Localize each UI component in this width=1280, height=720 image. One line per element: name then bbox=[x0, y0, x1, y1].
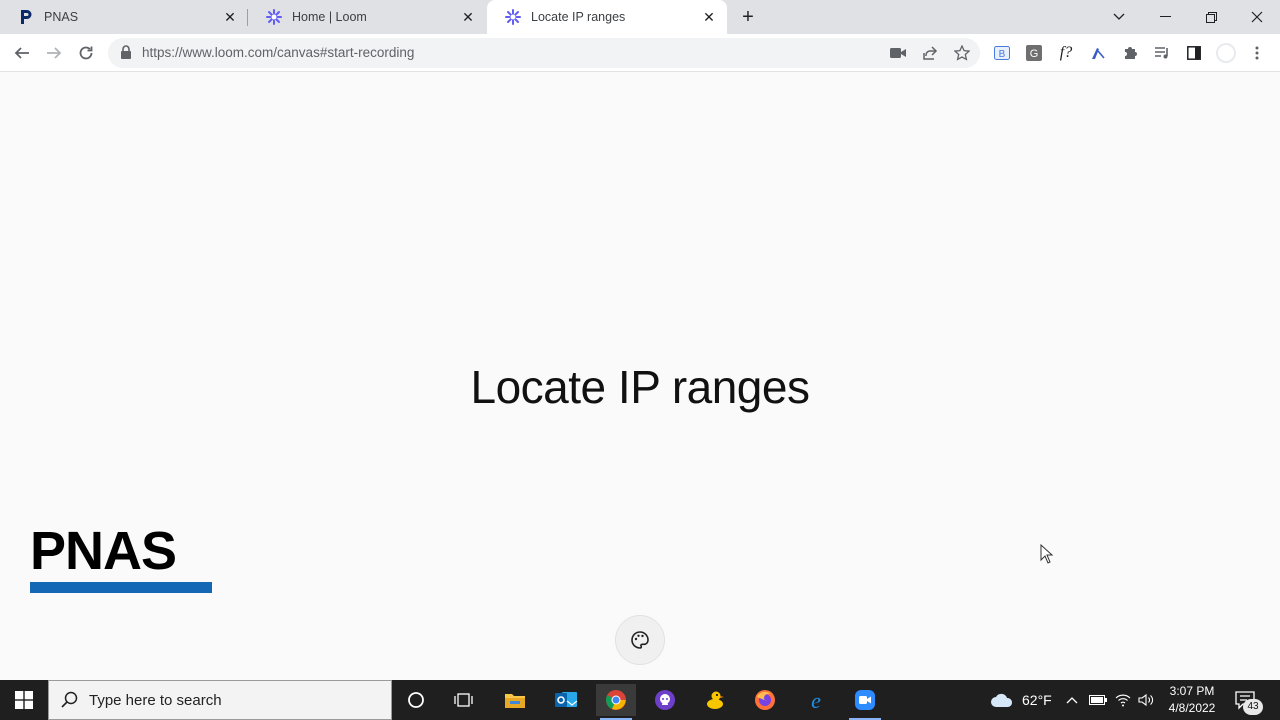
page-title: Locate IP ranges bbox=[470, 361, 810, 413]
notification-count-badge: 43 bbox=[1243, 699, 1263, 715]
svg-text:G: G bbox=[1030, 48, 1039, 60]
svg-text:e: e bbox=[811, 689, 821, 711]
file-explorer-icon[interactable] bbox=[495, 684, 535, 716]
duck-icon[interactable] bbox=[695, 684, 735, 716]
lock-icon[interactable] bbox=[120, 45, 134, 61]
firefox-icon[interactable] bbox=[745, 684, 785, 716]
loom-icon bbox=[505, 9, 521, 25]
edge-icon[interactable]: e bbox=[796, 684, 836, 716]
f-question-icon[interactable]: f? bbox=[1055, 42, 1077, 64]
address-bar[interactable]: https://www.loom.com/canvas#start-record… bbox=[108, 38, 980, 68]
temperature: 62°F bbox=[1022, 692, 1052, 708]
mouse-cursor-icon bbox=[1040, 543, 1054, 564]
clock-date: 4/8/2022 bbox=[1168, 701, 1216, 715]
chevron-up-icon bbox=[1066, 697, 1078, 704]
url-text[interactable]: https://www.loom.com/canvas#start-record… bbox=[142, 45, 414, 60]
task-view-icon[interactable] bbox=[444, 684, 484, 716]
search-icon bbox=[61, 691, 78, 708]
tab-pnas[interactable]: PNAS ✕ bbox=[0, 0, 248, 34]
profile-icon[interactable] bbox=[1215, 42, 1237, 64]
battery-icon[interactable] bbox=[1089, 680, 1107, 720]
zoom-icon[interactable] bbox=[845, 684, 885, 720]
forward-button[interactable] bbox=[40, 39, 68, 67]
windows-icon bbox=[15, 691, 33, 709]
tab-title: Locate IP ranges bbox=[531, 10, 626, 24]
system-clock[interactable]: 3:07 PM 4/8/2022 bbox=[1160, 683, 1224, 717]
close-window-button[interactable] bbox=[1234, 0, 1280, 34]
loom-canvas: Locate IP ranges PNAS bbox=[0, 72, 1280, 680]
back-button[interactable] bbox=[8, 39, 36, 67]
tab-search-icon[interactable] bbox=[1096, 0, 1142, 34]
volume-icon[interactable] bbox=[1138, 680, 1154, 720]
pnas-logo: PNAS bbox=[30, 524, 212, 594]
pen-icon[interactable] bbox=[1087, 42, 1109, 64]
minimize-button[interactable] bbox=[1142, 0, 1188, 34]
taskbar-search-box[interactable]: Type here to search bbox=[48, 680, 392, 720]
b-extension-icon[interactable]: B bbox=[991, 42, 1013, 64]
cortana-icon[interactable] bbox=[396, 684, 436, 716]
logo-bar bbox=[30, 582, 212, 593]
show-hidden-icons-button[interactable] bbox=[1066, 680, 1078, 720]
tab-locate-ip-ranges[interactable]: Locate IP ranges ✕ bbox=[487, 0, 727, 34]
share-icon[interactable] bbox=[919, 42, 941, 64]
cloud-icon bbox=[991, 693, 1013, 707]
palette-icon bbox=[631, 631, 649, 649]
palette-button[interactable] bbox=[615, 615, 665, 665]
browser-toolbar: https://www.loom.com/canvas#start-record… bbox=[0, 34, 1280, 72]
close-tab-icon[interactable]: ✕ bbox=[220, 7, 240, 27]
clock-time: 3:07 PM bbox=[1169, 684, 1215, 698]
close-tab-icon[interactable]: ✕ bbox=[699, 7, 719, 27]
restore-button[interactable] bbox=[1188, 0, 1234, 34]
svg-text:B: B bbox=[999, 49, 1006, 60]
star-icon[interactable] bbox=[951, 42, 973, 64]
github-icon[interactable] bbox=[645, 684, 685, 716]
pnas-p-icon bbox=[18, 9, 34, 25]
search-placeholder: Type here to search bbox=[89, 691, 222, 709]
tab-title: PNAS bbox=[44, 10, 79, 24]
sidebar-icon[interactable] bbox=[1183, 42, 1205, 64]
puzzle-icon[interactable] bbox=[1119, 42, 1141, 64]
outlook-icon[interactable] bbox=[546, 684, 586, 716]
chrome-icon[interactable] bbox=[596, 684, 636, 720]
tab-strip: PNAS ✕ Home | Loom ✕ Locate IP ranges ✕ … bbox=[0, 0, 1280, 34]
windows-start-button[interactable] bbox=[0, 680, 48, 720]
menu-icon[interactable] bbox=[1246, 42, 1268, 64]
new-tab-button[interactable]: + bbox=[736, 5, 760, 29]
tab-title: Home | Loom bbox=[292, 10, 367, 24]
media-icon[interactable] bbox=[1151, 42, 1173, 64]
logo-text: PNAS bbox=[30, 521, 177, 581]
windows-taskbar: Type here to search e 62°F 3:07 PM 4/8/2… bbox=[0, 680, 1280, 720]
g-extension-icon[interactable]: G bbox=[1023, 42, 1045, 64]
loom-icon bbox=[266, 9, 282, 25]
weather-widget[interactable]: 62°F bbox=[990, 680, 1052, 720]
close-tab-icon[interactable]: ✕ bbox=[458, 7, 478, 27]
camera-icon[interactable] bbox=[887, 42, 909, 64]
wifi-icon[interactable] bbox=[1115, 680, 1131, 720]
tab-home-loom[interactable]: Home | Loom ✕ bbox=[248, 0, 486, 34]
reload-button[interactable] bbox=[72, 39, 100, 67]
